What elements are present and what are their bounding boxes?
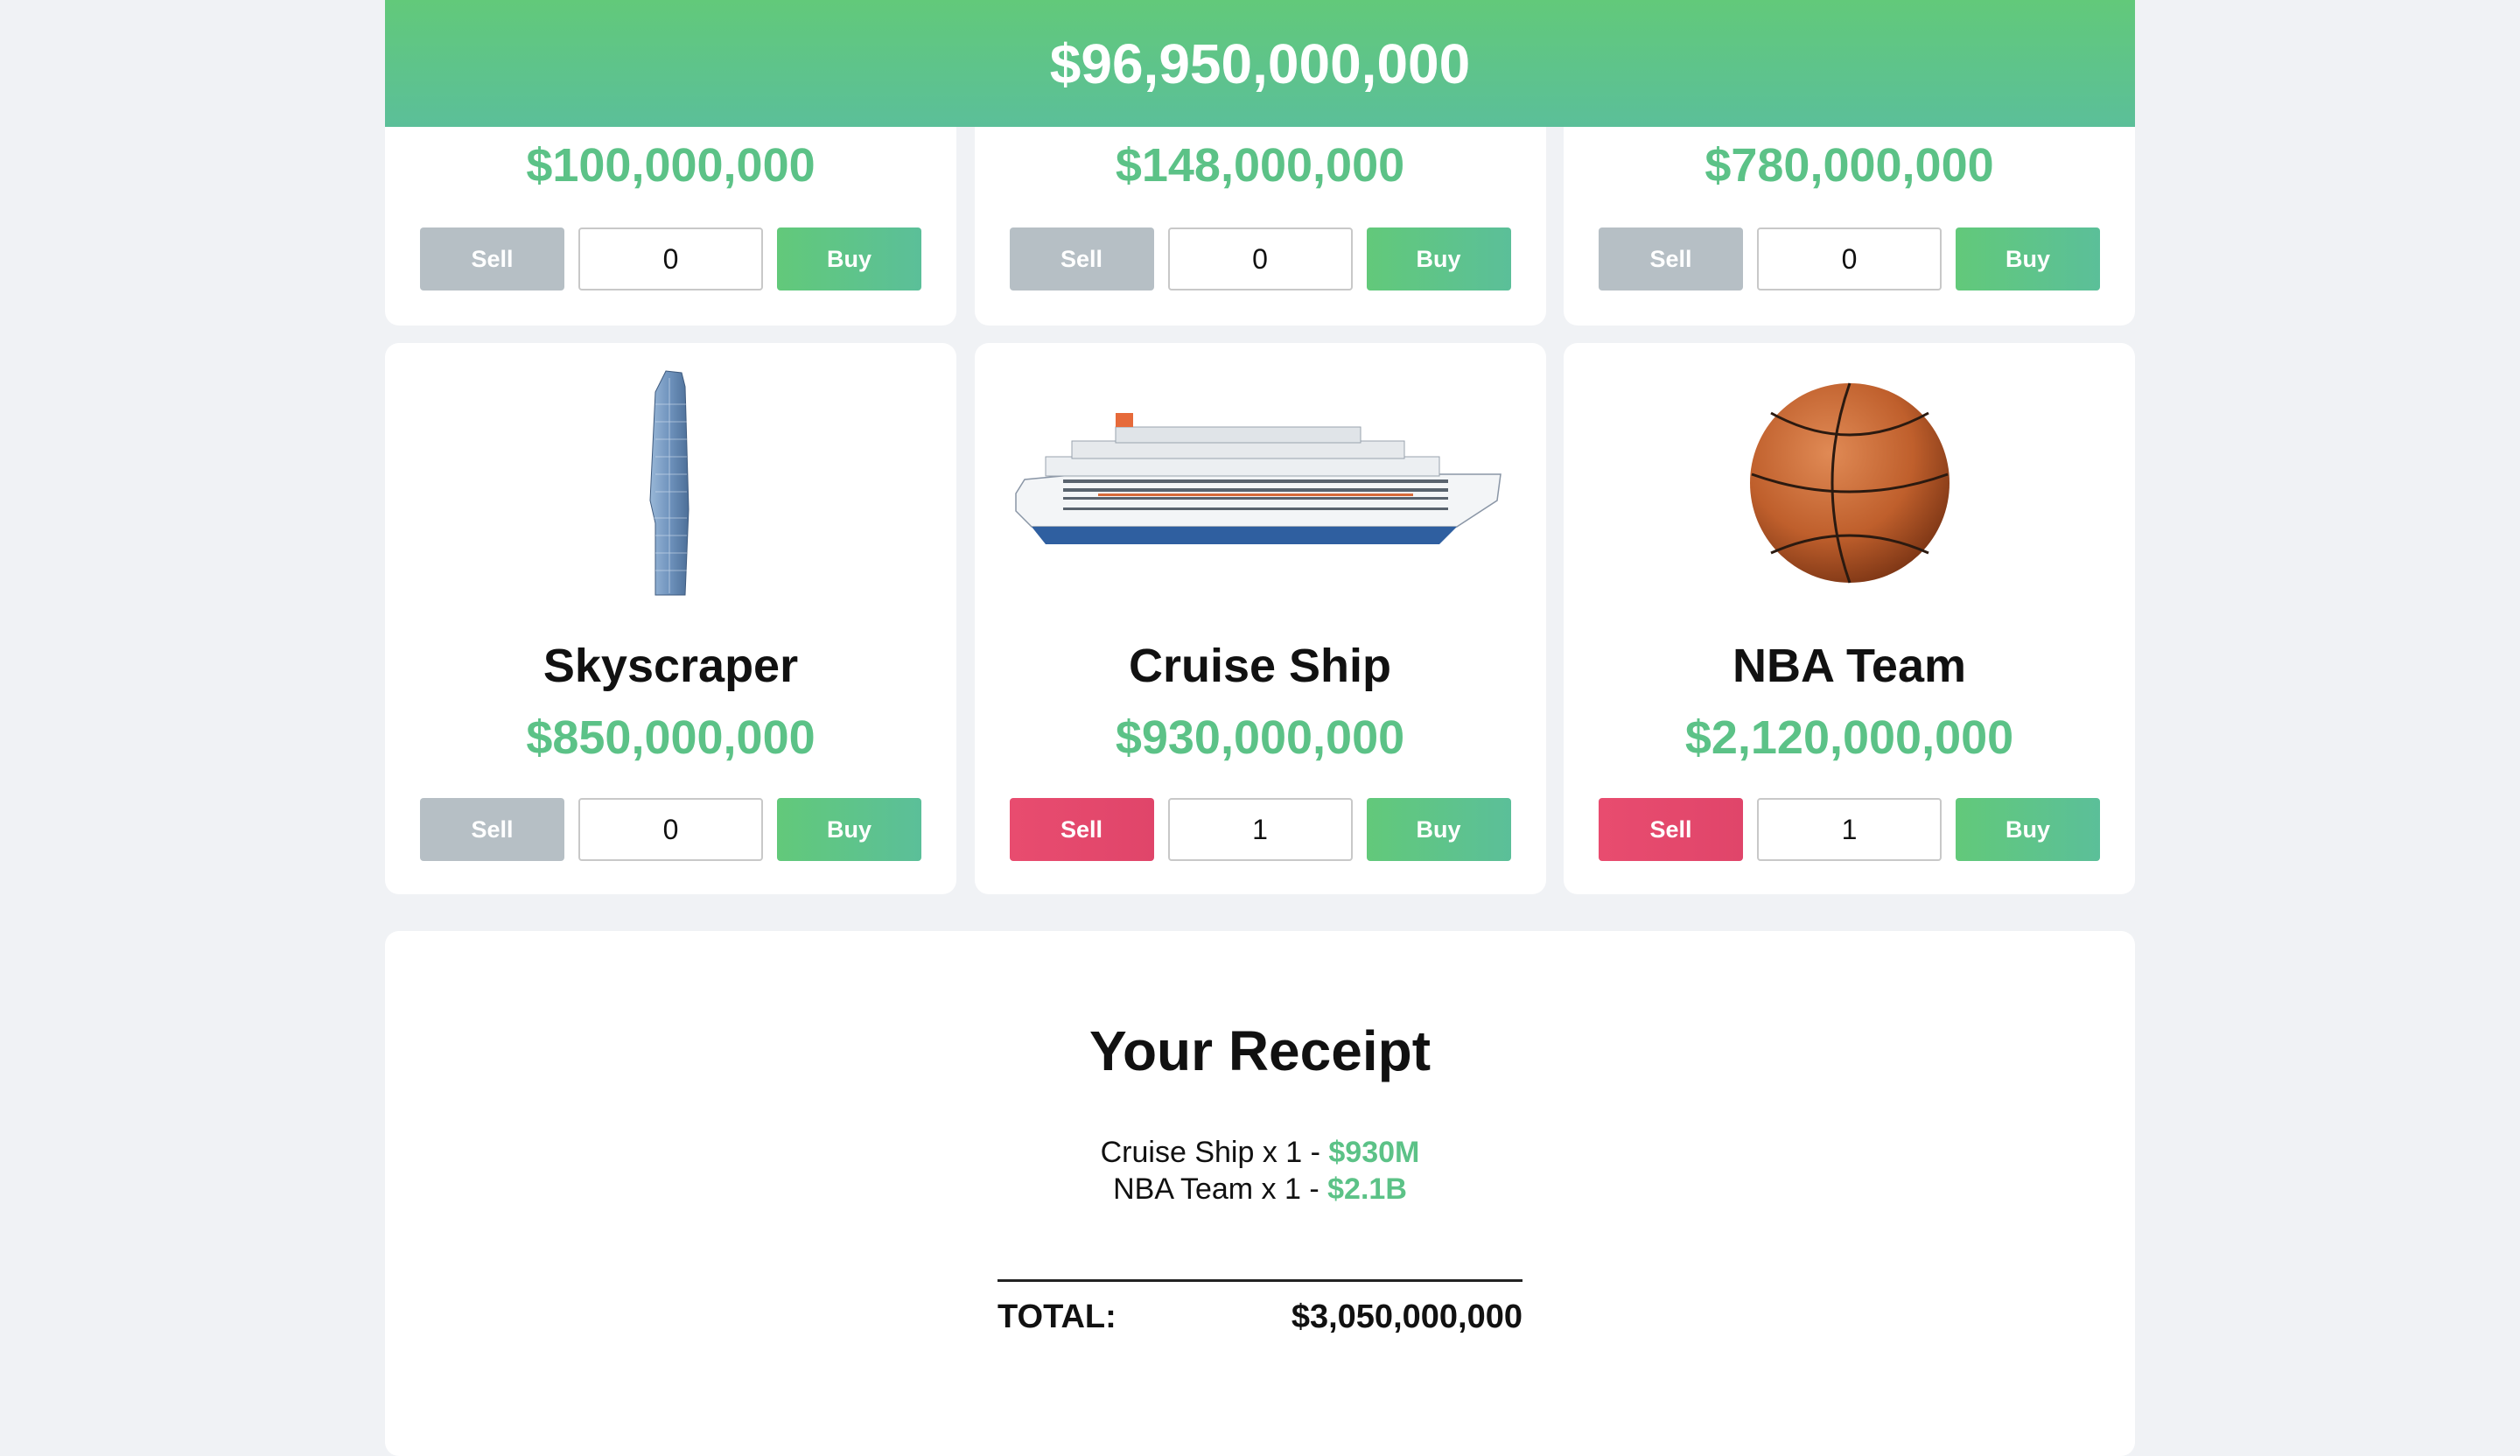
item-controls: Sell Buy (420, 228, 921, 290)
buy-button[interactable]: Buy (777, 798, 921, 861)
receipt-title: Your Receipt (1089, 1019, 1431, 1082)
receipt-line-label: Cruise Ship x 1 - (1100, 1136, 1329, 1169)
sell-button[interactable]: Sell (1009, 798, 1154, 861)
item-price: $930,000,000 (1115, 711, 1405, 764)
item-price: $780,000,000 (1704, 139, 1994, 192)
balance-header: $96,950,000,000 (385, 0, 2135, 127)
item-image (385, 369, 956, 597)
receipt-line-amount: $930M (1328, 1136, 1420, 1169)
buy-button[interactable]: Buy (1956, 798, 2100, 861)
sell-button[interactable]: Sell (1599, 228, 1743, 290)
item-image (1564, 369, 2135, 597)
item-controls: Sell Buy (1599, 798, 2100, 861)
item-controls: Sell Buy (1009, 798, 1511, 861)
item-price: $148,000,000 (1115, 139, 1405, 192)
sell-button[interactable]: Sell (420, 228, 564, 290)
buy-button[interactable]: Buy (777, 228, 921, 290)
receipt-total: TOTAL: $3,050,000,000 (998, 1298, 1522, 1336)
sell-button[interactable]: Sell (1599, 798, 1743, 861)
sell-button[interactable]: Sell (420, 798, 564, 861)
receipt-line-item: Cruise Ship x 1 - $930M (385, 1134, 2135, 1171)
item-price: $850,000,000 (526, 711, 816, 764)
balance-amount: $96,950,000,000 (1049, 32, 1471, 95)
sell-button[interactable]: Sell (1009, 228, 1154, 290)
receipt-line-label: NBA Team x 1 - (1113, 1172, 1328, 1206)
item-grid-bottom-row: Skyscraper $850,000,000 Sell Buy (385, 343, 2135, 894)
buy-button[interactable]: Buy (1366, 228, 1511, 290)
item-name: Cruise Ship (1128, 640, 1392, 692)
total-label: TOTAL: (998, 1298, 1116, 1335)
item-name: NBA Team (1732, 640, 1967, 692)
item-image (975, 369, 1546, 597)
total-value: $3,050,000,000 (1291, 1298, 1522, 1335)
item-card-cruise-ship: Cruise Ship $930,000,000 Sell Buy (974, 343, 1546, 894)
buy-button[interactable]: Buy (1366, 798, 1511, 861)
item-price: $2,120,000,000 (1684, 711, 2014, 764)
quantity-input[interactable] (1757, 798, 1942, 861)
receipt-divider (998, 1279, 1522, 1282)
receipt-items: Cruise Ship x 1 - $930M NBA Team x 1 - $… (385, 1134, 2135, 1208)
quantity-input[interactable] (1167, 228, 1353, 290)
basketball-icon (1749, 382, 1950, 584)
skyscraper-icon (648, 370, 690, 596)
item-card-skyscraper: Skyscraper $850,000,000 Sell Buy (385, 343, 956, 894)
receipt-line-item: NBA Team x 1 - $2.1B (385, 1171, 2135, 1208)
quantity-input[interactable] (578, 798, 763, 861)
buy-button[interactable]: Buy (1956, 228, 2100, 290)
item-card-nba-team: NBA Team $2,120,000,000 Sell Buy (1564, 343, 2135, 894)
item-controls: Sell Buy (420, 798, 921, 861)
receipt-panel: Your Receipt Cruise Ship x 1 - $930M NBA… (385, 931, 2135, 1456)
item-controls: Sell Buy (1009, 228, 1511, 290)
item-name: Skyscraper (542, 640, 799, 692)
quantity-input[interactable] (1757, 228, 1942, 290)
item-controls: Sell Buy (1599, 228, 2100, 290)
receipt-line-amount: $2.1B (1327, 1172, 1407, 1206)
cruise-ship-icon (1015, 413, 1502, 544)
quantity-input[interactable] (578, 228, 763, 290)
item-price: $100,000,000 (526, 139, 816, 192)
quantity-input[interactable] (1167, 798, 1353, 861)
